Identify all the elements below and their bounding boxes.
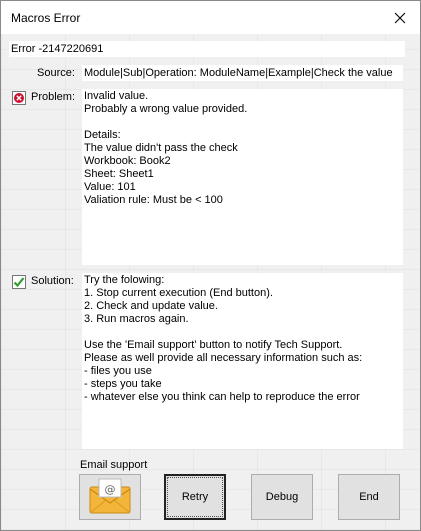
problem-text: Invalid value. Probably a wrong value pr… [82, 89, 403, 265]
email-support-label: Email support [80, 459, 148, 471]
error-icon [12, 91, 26, 105]
email-support-button[interactable]: @ [79, 474, 141, 520]
close-icon[interactable] [386, 4, 414, 32]
problem-label: Problem: [31, 91, 76, 103]
solution-label: Solution: [31, 275, 74, 287]
title-bar: Macros Error [1, 1, 420, 34]
source-label: Source: [37, 67, 75, 79]
solution-text: Try the folowing: 1. Stop current execut… [82, 273, 403, 449]
envelope-at-icon: @ [88, 477, 132, 518]
error-code: Error -2147220691 [9, 41, 405, 57]
window-title: Macros Error [11, 11, 81, 25]
macros-error-dialog: Macros Error Error -2147220691 Source: M… [0, 0, 421, 531]
retry-button[interactable]: Retry [164, 474, 226, 520]
checkmark-icon [12, 275, 26, 289]
debug-button[interactable]: Debug [251, 474, 313, 520]
svg-text:@: @ [105, 483, 116, 496]
end-button[interactable]: End [338, 474, 400, 520]
source-field: Module|Sub|Operation: ModuleName|Example… [82, 65, 403, 81]
